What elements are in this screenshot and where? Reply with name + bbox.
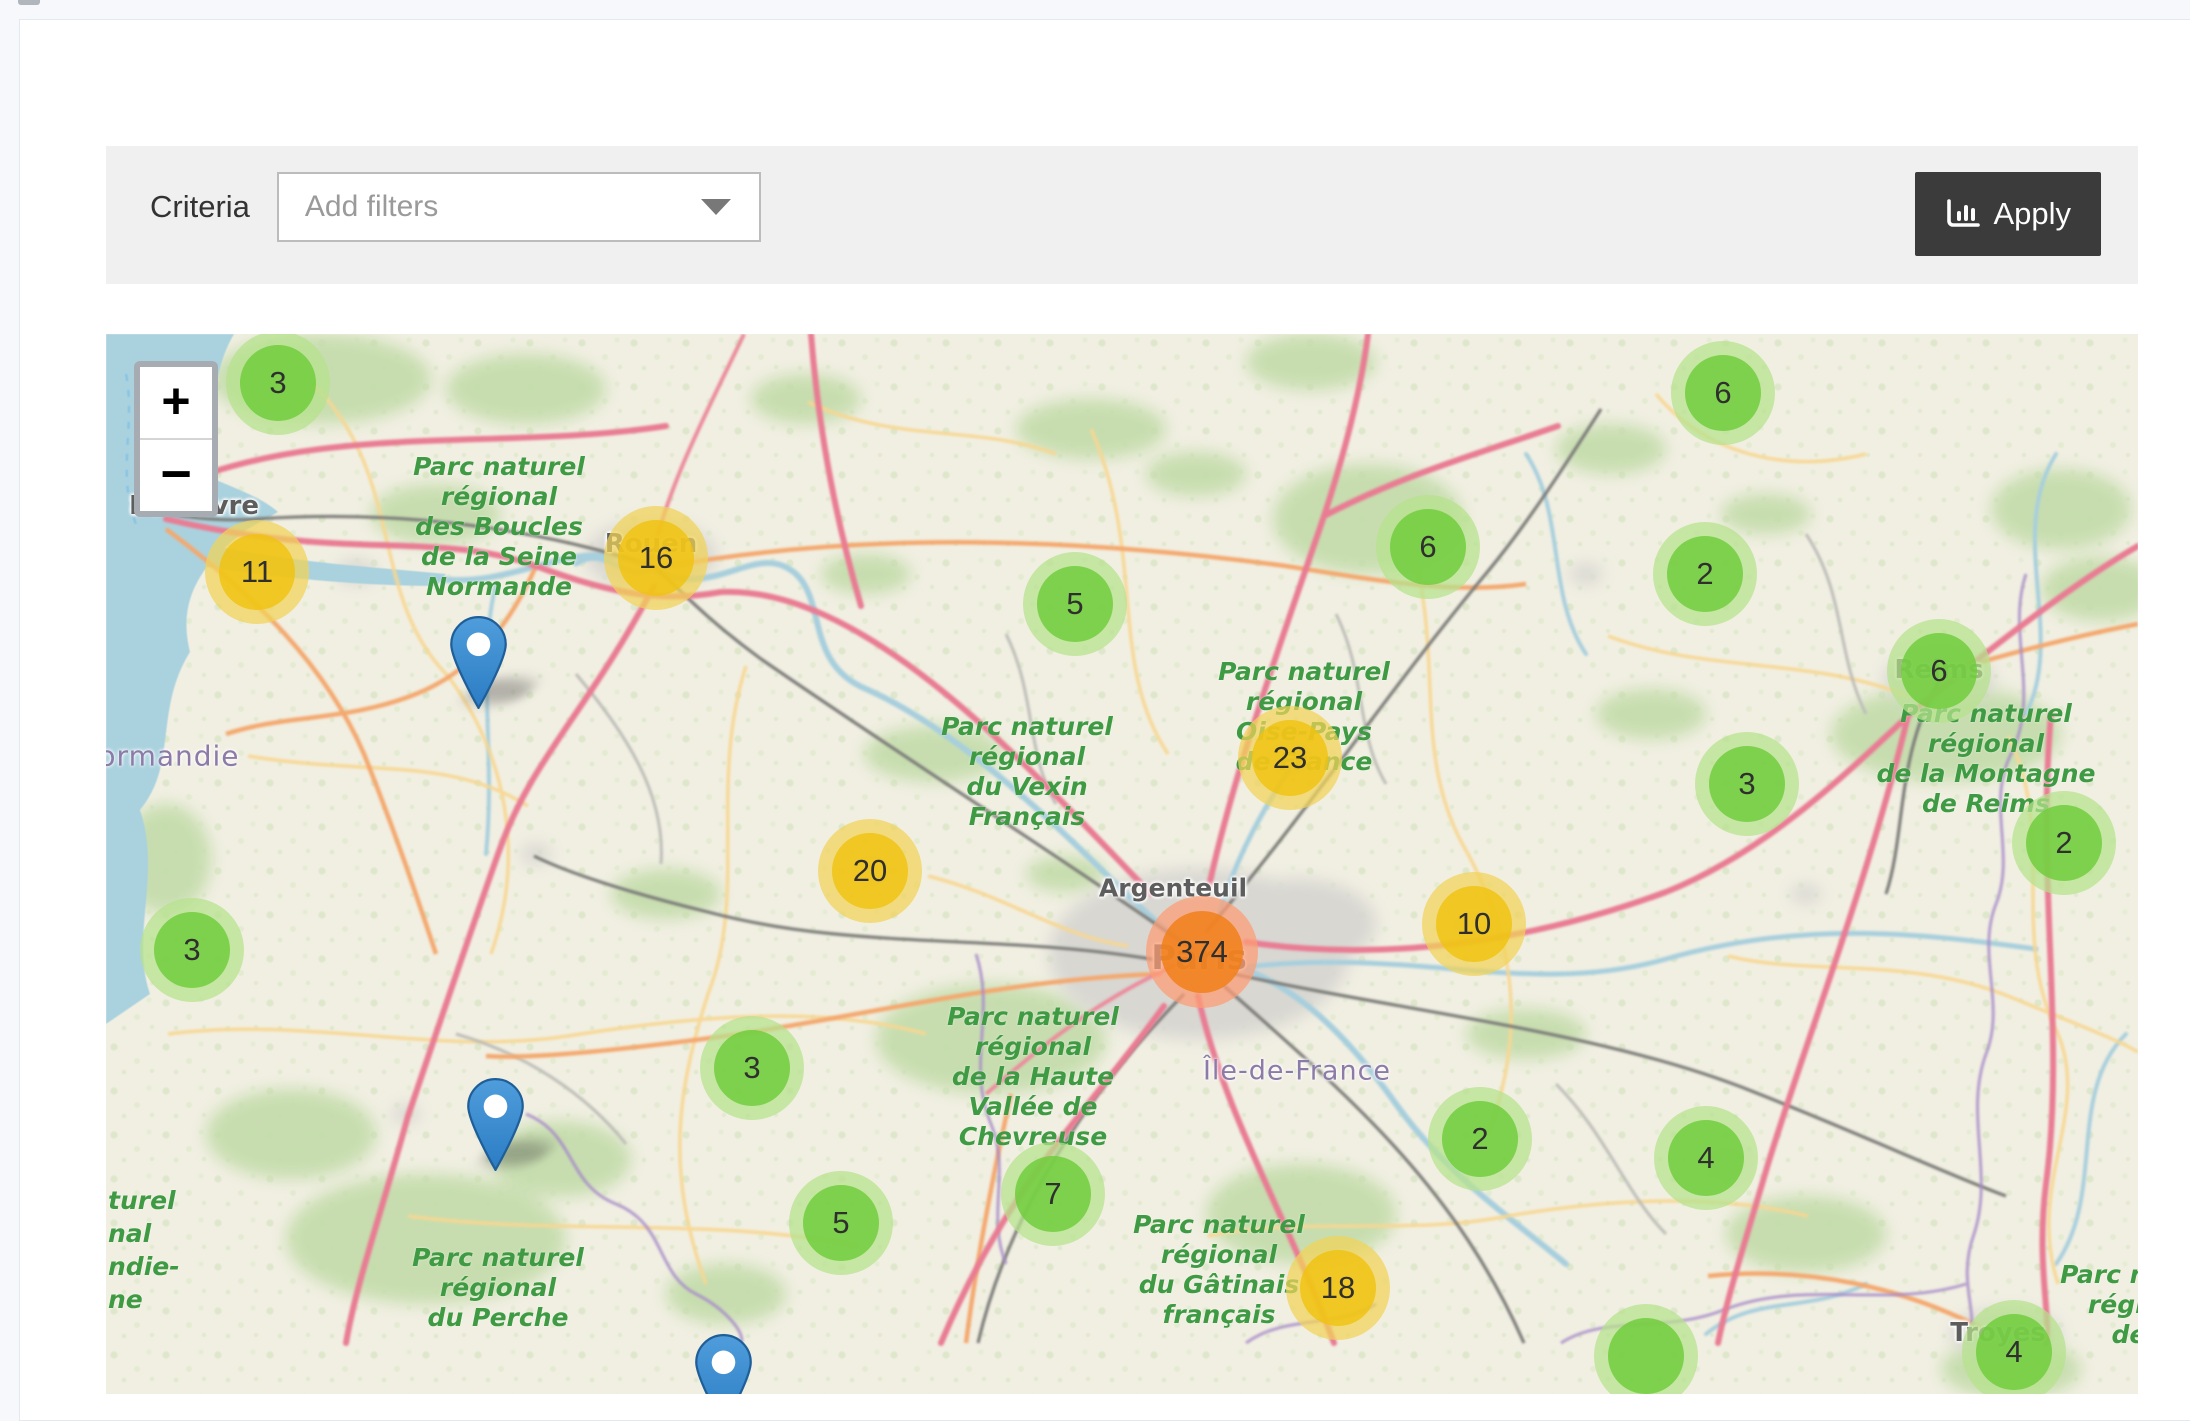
park-label-seine-normande: Parc naturelrégional des Bouclesde la Se… bbox=[413, 452, 585, 602]
map-cluster[interactable]: 7 bbox=[1001, 1142, 1105, 1246]
map-cluster[interactable]: 2 bbox=[2012, 791, 2116, 895]
park-label-chevreuse: Parc naturelrégional de la HauteVallée d… bbox=[947, 1002, 1119, 1152]
zoom-in-button[interactable]: + bbox=[140, 367, 212, 440]
apply-button[interactable]: Apply bbox=[1915, 172, 2101, 256]
city-label-argenteuil: Argenteuil bbox=[1099, 874, 1247, 903]
map-cluster[interactable]: 18 bbox=[1286, 1236, 1390, 1340]
zoom-out-button[interactable]: − bbox=[140, 440, 212, 511]
map-pin-icon bbox=[695, 1334, 752, 1394]
map-cluster[interactable]: 11 bbox=[205, 520, 309, 624]
map-pin-icon bbox=[450, 616, 507, 709]
bar-chart-icon bbox=[1945, 198, 1981, 230]
map-cluster[interactable]: 4 bbox=[1654, 1106, 1758, 1210]
map-cluster[interactable]: 3 bbox=[700, 1016, 804, 1120]
map-cluster[interactable]: 6 bbox=[1376, 495, 1480, 599]
map-cluster[interactable]: 10 bbox=[1422, 872, 1526, 976]
map-cluster[interactable]: 16 bbox=[604, 506, 708, 610]
map-pin[interactable] bbox=[695, 1334, 752, 1394]
park-label-vexin: Parc naturelrégional du VexinFrançais bbox=[941, 712, 1113, 832]
map-cluster[interactable]: 6 bbox=[1671, 341, 1775, 445]
apply-button-label: Apply bbox=[1993, 196, 2071, 232]
map-pin[interactable] bbox=[450, 616, 507, 709]
map-zoom-control: + − bbox=[134, 361, 218, 517]
map-cluster[interactable]: 374 bbox=[1146, 896, 1258, 1008]
add-filters-select[interactable]: Add filters bbox=[277, 172, 761, 242]
park-label-normandie-maine-fragment: turelnal ndie-ne bbox=[108, 1184, 180, 1316]
park-label-right-edge-cut: Parc naturelrégional de la bbox=[2060, 1260, 2138, 1350]
map-cluster[interactable]: 3 bbox=[226, 334, 330, 435]
add-filters-placeholder: Add filters bbox=[305, 190, 438, 224]
region-label-normandie: Normandie bbox=[106, 740, 240, 773]
park-label-perche: Parc naturelrégional du Perche bbox=[412, 1243, 584, 1333]
map-pin-icon bbox=[467, 1078, 524, 1171]
criteria-label: Criteria bbox=[150, 172, 250, 242]
chevron-down-icon bbox=[701, 199, 731, 215]
map-cluster[interactable]: 23 bbox=[1238, 706, 1342, 810]
page-corner-artifact bbox=[18, 0, 40, 5]
map-pin[interactable] bbox=[467, 1078, 524, 1171]
map-cluster[interactable]: 5 bbox=[789, 1171, 893, 1275]
criteria-filter-bar: Criteria Add filters Apply bbox=[106, 146, 2138, 284]
map-cluster[interactable]: 3 bbox=[1695, 732, 1799, 836]
region-label-ile-de-france: Île-de-France bbox=[1203, 1056, 1391, 1087]
map-cluster[interactable]: 2 bbox=[1653, 522, 1757, 626]
park-label-gatinais: Parc naturelrégional du Gâtinaisfrançais bbox=[1133, 1210, 1305, 1330]
map-cluster[interactable]: 6 bbox=[1887, 619, 1991, 723]
content-card: Criteria Add filters Apply bbox=[19, 19, 2190, 1421]
map-cluster[interactable]: 2 bbox=[1428, 1087, 1532, 1191]
map-tiles bbox=[106, 334, 2138, 1394]
map-cluster[interactable]: 3 bbox=[140, 898, 244, 1002]
map-cluster[interactable]: 4 bbox=[1962, 1300, 2066, 1394]
map-cluster[interactable]: 20 bbox=[818, 819, 922, 923]
map-cluster[interactable]: 5 bbox=[1023, 552, 1127, 656]
map-canvas[interactable]: Le Havre Rouen Paris Argenteuil Reims Tr… bbox=[106, 334, 2138, 1394]
